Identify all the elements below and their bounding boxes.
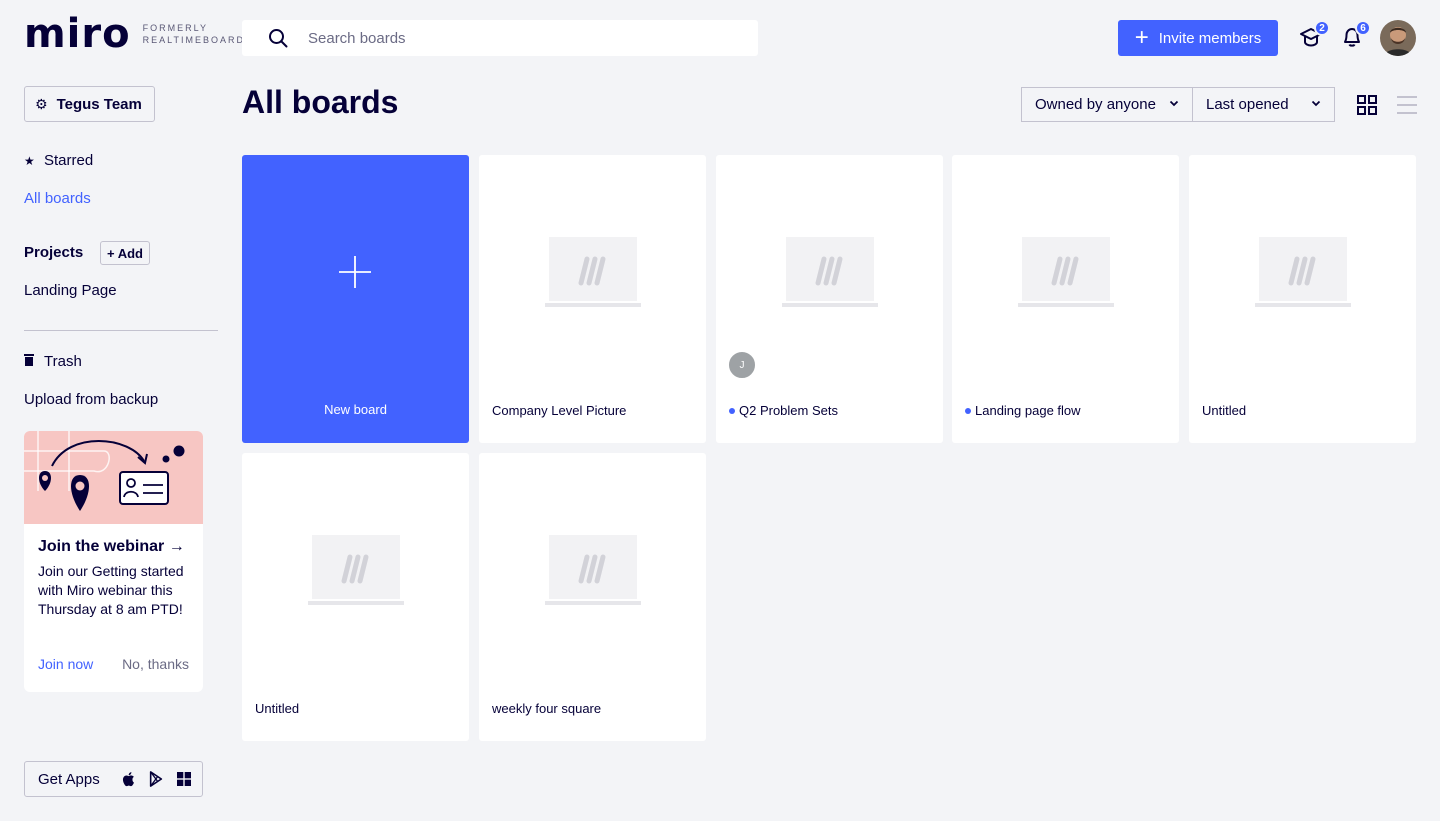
board-name: Q2 Problem Sets [729,403,838,418]
new-board-card[interactable]: New board [242,155,469,443]
board-card[interactable]: Landing page flow [952,155,1179,443]
board-thumbnail-placeholder [308,535,404,605]
user-avatar[interactable] [1380,20,1416,56]
sidebar-item-label: Trash [44,353,82,370]
projects-heading: Projects [24,244,84,261]
chevron-down-icon [1311,100,1321,107]
webinar-actions: Join now No, thanks [38,656,189,672]
list-view-icon[interactable] [1397,95,1417,115]
board-thumbnail-placeholder [1255,237,1351,307]
notifications-badge: 6 [1355,20,1371,36]
no-thanks-link[interactable]: No, thanks [122,656,189,672]
board-card[interactable]: weekly four square [479,453,706,741]
search-icon [269,29,288,48]
search-bar[interactable] [242,20,758,56]
sidebar-divider [24,330,218,331]
invite-members-button[interactable]: + Invite members [1118,20,1278,56]
page-title: All boards [242,84,399,120]
board-thumbnail-placeholder [545,237,641,307]
board-card[interactable]: J Q2 Problem Sets [716,155,943,443]
grid-view-icon[interactable] [1357,95,1377,115]
project-dot-icon [729,407,735,414]
board-name: Untitled [255,701,299,716]
board-card[interactable]: Untitled [242,453,469,741]
invite-members-label: Invite members [1158,29,1262,47]
chevron-down-icon [1169,100,1179,107]
star-icon: ★ [24,153,35,168]
board-thumbnail-placeholder [1018,237,1114,307]
webinar-title[interactable]: Join the webinar → [38,538,189,556]
board-thumbnail-placeholder [782,237,878,307]
webinar-promo-card: Join the webinar → Join our Getting star… [24,431,203,692]
board-card[interactable]: Company Level Picture [479,155,706,443]
trash-icon [24,354,36,369]
board-name: Landing page flow [965,403,1081,418]
webinar-description: Join our Getting started with Miro webin… [38,563,184,617]
owner-filter-value: Owned by anyone [1035,96,1156,113]
plus-icon: + [1134,24,1149,51]
search-input[interactable] [308,29,708,47]
logo-wordmark: miro [24,11,131,57]
sidebar-item-landing-page[interactable]: Landing Page [24,282,117,299]
sidebar-item-upload-backup[interactable]: Upload from backup [24,391,158,408]
collaborator-avatar: J [727,350,757,380]
team-switcher-button[interactable]: ⚙ Tegus Team [24,86,155,122]
sort-dropdown[interactable]: Last opened [1192,87,1335,122]
learning-center-button[interactable]: 2 [1298,20,1330,50]
apple-icon[interactable] [120,771,136,787]
avatar-photo [1380,20,1416,56]
miro-logo[interactable]: miro FORMERLY REALTIMEBOARD [24,11,245,57]
board-name: Company Level Picture [492,403,626,418]
tagline-line-2: REALTIMEBOARD [142,35,245,45]
board-name: weekly four square [492,701,601,716]
get-apps-button[interactable]: Get Apps [24,761,203,797]
board-name-text: Q2 Problem Sets [739,403,838,418]
board-name-text: Landing page flow [975,403,1081,418]
project-dot-icon [965,407,971,414]
learning-badge: 2 [1314,20,1330,36]
sidebar-item-all-boards[interactable]: All boards [24,190,91,207]
webinar-illustration [24,431,203,524]
join-now-link[interactable]: Join now [38,656,93,672]
gear-icon: ⚙ [35,95,48,112]
new-board-label: New board [324,402,387,417]
board-name-text: Untitled [255,701,300,716]
sort-value: Last opened [1206,96,1289,113]
notifications-button[interactable]: 6 [1339,20,1371,50]
board-name-text: weekly four square [492,701,602,716]
sidebar-item-trash[interactable]: Trash [24,353,82,370]
team-name: Tegus Team [56,95,142,113]
board-name-text: Untitled [1202,403,1247,418]
board-card[interactable]: Untitled [1189,155,1416,443]
board-thumbnail-placeholder [545,535,641,605]
board-name-text: Company Level Picture [492,403,627,418]
windows-icon[interactable] [176,771,192,787]
sidebar-item-starred[interactable]: ★ Starred [24,152,93,169]
sidebar-item-label: Landing Page [24,282,117,299]
logo-tagline: FORMERLY REALTIMEBOARD [143,22,245,46]
board-name: Untitled [1202,403,1246,418]
add-project-button[interactable]: + Add [100,241,150,265]
sidebar-item-label: Starred [44,152,94,169]
sidebar-item-label: Upload from backup [24,391,159,408]
google-play-icon[interactable] [148,771,164,787]
plus-icon [339,256,371,288]
get-apps-label: Get Apps [38,770,100,788]
owner-filter-dropdown[interactable]: Owned by anyone [1021,87,1193,122]
tagline-line-1: FORMERLY [142,23,208,33]
sidebar-item-label: All boards [24,190,91,207]
